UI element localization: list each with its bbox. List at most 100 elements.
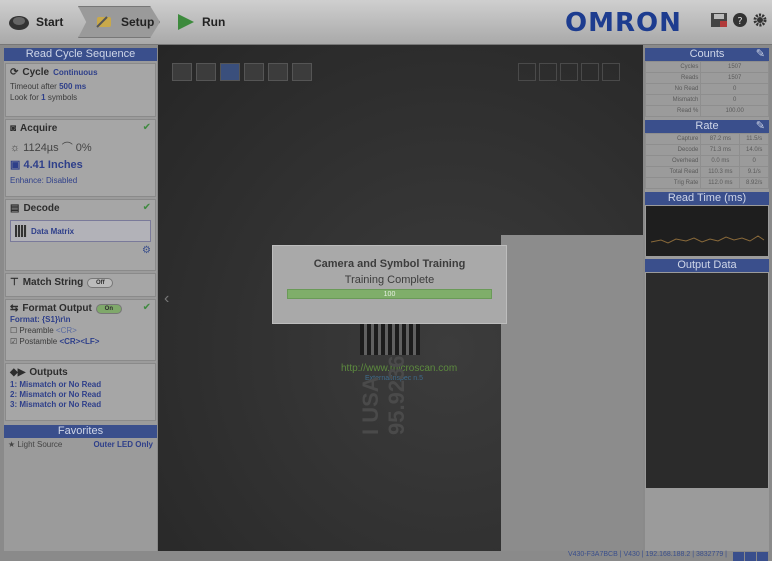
status-buttons xyxy=(733,552,768,561)
dialog-title: Camera and Symbol Training xyxy=(313,258,466,270)
counts-title-text: Counts xyxy=(689,48,725,60)
tab-run-label: Run xyxy=(202,15,226,29)
camera-tool-icon[interactable] xyxy=(244,63,264,81)
timeout-prefix: Timeout after xyxy=(10,82,57,91)
counts-value: 0 xyxy=(700,94,769,106)
counts-value: 0 xyxy=(700,83,769,95)
favorite-value: Outer LED Only xyxy=(93,440,153,449)
rate-title: Rate ✎ xyxy=(645,120,769,133)
postamble-value: <CR><LF> xyxy=(59,337,100,346)
rate-per-sec: 14.0/s xyxy=(739,144,769,156)
omron-logo: OMRON xyxy=(565,8,682,38)
rate-key: Overhead xyxy=(644,155,702,167)
status-bar: V430-F3A7BCB | V430 | 192.168.188.2 | 38… xyxy=(0,551,772,561)
barcode-icon: ▤ xyxy=(10,203,20,214)
rate-per-sec: 8.92/s xyxy=(739,177,769,189)
camera-icon xyxy=(9,16,29,30)
counts-value: 1507 xyxy=(700,61,769,73)
target-label xyxy=(501,235,643,551)
grid-icon[interactable] xyxy=(220,63,240,81)
crop-icon[interactable] xyxy=(196,63,216,81)
save-icon[interactable] xyxy=(710,12,728,28)
decode-card[interactable]: ▤ Decode ✔ Data Matrix ⚙ xyxy=(5,199,156,271)
tab-setup[interactable]: Setup xyxy=(78,6,160,38)
outputs-label: Outputs xyxy=(29,367,68,378)
look-value[interactable]: 1 xyxy=(41,93,45,102)
match-toggle[interactable]: Off xyxy=(87,277,114,288)
output-item[interactable]: 2: Mismatch or No Read xyxy=(10,390,151,400)
rate-row: Capture 87.2 ms 11.5/s xyxy=(644,133,769,145)
output-item[interactable]: 3: Mismatch or No Read xyxy=(10,400,151,410)
match-card[interactable]: ⊤ Match String Off xyxy=(5,273,156,297)
help-icon[interactable]: ? xyxy=(732,12,748,28)
status-button[interactable] xyxy=(745,552,756,561)
fullscreen-icon[interactable] xyxy=(581,63,599,81)
enhance-status[interactable]: Enhance: Disabled xyxy=(10,175,151,186)
fit-icon[interactable] xyxy=(518,63,536,81)
format-string[interactable]: Format: {S1}\r\n xyxy=(10,314,151,325)
favorite-item[interactable]: ★ Light Source Outer LED Only xyxy=(4,438,157,451)
pencil-icon[interactable]: ✎ xyxy=(756,48,765,61)
rate-title-text: Rate xyxy=(695,120,719,132)
timeout-value[interactable]: 500 ms xyxy=(59,82,86,91)
rate-row: Decode 71.3 ms 14.0/s xyxy=(644,144,769,156)
svg-text:?: ? xyxy=(737,16,742,27)
rate-time: 112.0 ms xyxy=(700,177,741,189)
read-cycle-panel: Read Cycle Sequence ⟳ Cycle Continuous Ti… xyxy=(4,48,157,551)
gain-value[interactable]: 0% xyxy=(76,142,92,154)
counts-table: Cycles 1507 Reads 1507 No Read 0 Mismatch 0 Read… xyxy=(644,61,769,117)
outputs-icon: ◆▶ xyxy=(10,367,26,378)
zoom-in-icon[interactable] xyxy=(539,63,557,81)
match-label: Match String xyxy=(22,277,84,288)
tab-setup-label: Setup xyxy=(121,15,155,29)
tab-run[interactable]: Run xyxy=(160,6,230,38)
symbol-box[interactable]: Data Matrix xyxy=(10,220,151,242)
format-toggle[interactable]: On xyxy=(95,303,122,314)
counts-row: Reads 1507 xyxy=(644,72,769,84)
read-time-graph xyxy=(646,206,768,256)
status-button[interactable] xyxy=(757,552,768,561)
zoom-out-icon[interactable] xyxy=(560,63,578,81)
image-icon[interactable] xyxy=(172,63,192,81)
status-button[interactable] xyxy=(733,552,744,561)
format-card[interactable]: ⇆ Format Output On ✔ Format: {S1}\r\n ☐ P… xyxy=(5,299,156,361)
gear-icon[interactable] xyxy=(752,12,768,28)
light-icon[interactable] xyxy=(268,63,288,81)
rate-time: 87.2 ms xyxy=(700,133,741,145)
read-time-line xyxy=(650,235,765,244)
chart-icon[interactable] xyxy=(292,63,312,81)
snapshot-icon[interactable] xyxy=(602,63,620,81)
rate-key: Trig Rate xyxy=(644,177,702,189)
counts-row: No Read 0 xyxy=(644,83,769,95)
counts-key: Mismatch xyxy=(644,94,702,106)
decode-label: Decode xyxy=(23,203,60,214)
distance-icon: ▣ xyxy=(10,159,21,171)
counts-value: 1507 xyxy=(700,72,769,84)
exposure-value[interactable]: 1124µs xyxy=(23,142,59,154)
counts-title: Counts ✎ xyxy=(645,48,769,61)
outputs-card[interactable]: ◆▶ Outputs 1: Mismatch or No Read 2: Mism… xyxy=(5,363,156,421)
chevron-left-icon[interactable]: ‹ xyxy=(164,290,169,308)
postamble-checkbox[interactable]: ☑ xyxy=(10,337,17,346)
rate-key: Capture xyxy=(644,133,702,145)
cycle-card[interactable]: ⟳ Cycle Continuous Timeout after 500 ms L… xyxy=(5,63,156,117)
distance-value[interactable]: 4.41 Inches xyxy=(23,159,82,171)
match-icon: ⊤ xyxy=(10,277,19,288)
preamble-checkbox[interactable]: ☐ xyxy=(10,326,17,335)
output-item[interactable]: 1: Mismatch or No Read xyxy=(10,380,151,390)
counts-row: Cycles 1507 xyxy=(644,61,769,73)
decode-settings-icon[interactable]: ⚙ xyxy=(10,245,151,256)
acquire-card[interactable]: ◙ Acquire ✔ ☼ 1124µs ⌒ 0% ▣ 4.41 Inches E… xyxy=(5,119,156,197)
sun-icon: ☼ xyxy=(10,142,21,154)
look-suffix: symbols xyxy=(47,93,78,102)
rate-per-sec: 9.1/s xyxy=(739,166,769,178)
pencil-icon[interactable]: ✎ xyxy=(756,120,765,133)
cycle-mode[interactable]: Continuous xyxy=(53,67,97,78)
datamatrix-icon xyxy=(15,225,27,237)
dialog-status: Training Complete xyxy=(344,274,435,286)
tab-start[interactable]: Start xyxy=(8,6,78,38)
look-prefix: Look for xyxy=(10,93,39,102)
rate-table: Capture 87.2 ms 11.5/s Decode 71.3 ms 14.0/s O… xyxy=(644,133,769,189)
zoom-toolbar xyxy=(518,63,620,81)
wrench-icon xyxy=(96,16,111,28)
